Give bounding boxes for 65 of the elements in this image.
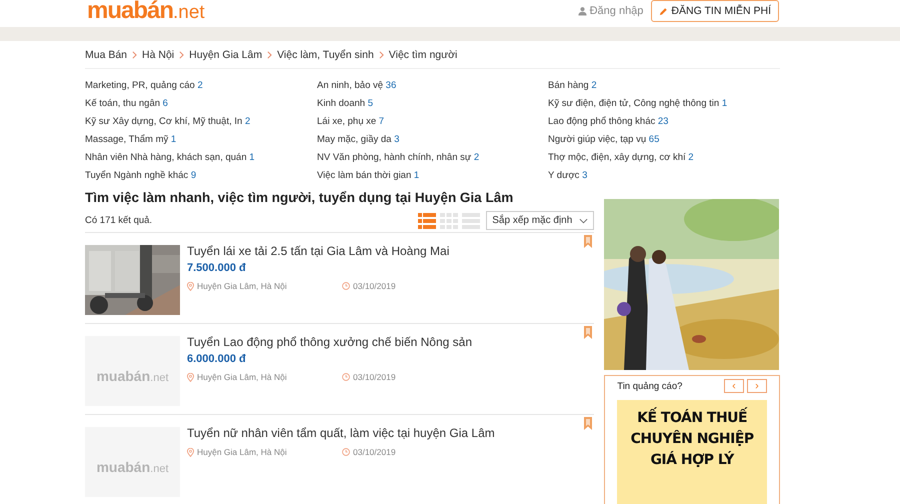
pencil-icon — [659, 6, 668, 16]
listing-location: Huyện Gia Lâm, Hà Nội — [197, 372, 287, 382]
breadcrumb-link[interactable]: Mua Bán — [85, 48, 128, 60]
chevron-icon — [132, 50, 138, 58]
placeholder-logo: muabán.net — [96, 459, 169, 477]
clock-icon — [342, 373, 350, 381]
listing-price: 6.000.000 đ — [187, 352, 247, 366]
banner-text: GIÁ HỢP LÝ — [649, 450, 736, 470]
bookmark-icon[interactable] — [584, 417, 592, 430]
grid-view-icon[interactable] — [440, 212, 458, 228]
clock-icon — [342, 448, 350, 456]
rows-view-icon[interactable] — [462, 212, 480, 228]
category-link[interactable]: May mặc, giầy da 3 — [317, 131, 548, 149]
banner-text: CHUYÊN NGHIỆP — [630, 429, 755, 449]
location-pin-icon — [187, 448, 194, 456]
listing-title[interactable]: Tuyển lái xe tải 2.5 tấn tại Gia Lâm và Hoàng Mai — [187, 243, 450, 259]
result-count: Có 171 kết quả. — [85, 215, 152, 226]
location-pin-icon — [187, 282, 194, 290]
category-link[interactable]: Kỹ sư điện, điện tử, Công nghệ thông tin 1 — [548, 95, 780, 113]
category-link[interactable]: Người giúp việc, tạp vụ 65 — [548, 131, 780, 149]
caret-icon — [579, 218, 588, 224]
banner-text: KẾ TOÁN THUẾ — [617, 408, 767, 429]
category-link[interactable]: Lái xe, phụ xe 7 — [317, 113, 548, 131]
ad-label: Tin quảng cáo? — [617, 380, 682, 392]
post-ad-button[interactable]: ĐĂNG TIN MIỄN PHÍ — [651, 0, 779, 22]
category-link[interactable]: Massage, Thẩm mỹ 1 — [85, 131, 317, 149]
listing-price: 7.500.000 đ — [187, 261, 247, 275]
category-link[interactable]: Bán hàng 2 — [548, 77, 780, 95]
clock-icon — [342, 282, 350, 290]
listing-date: 03/10/2019 — [353, 372, 396, 382]
listing-title[interactable]: Tuyển nữ nhân viên tẩm quất, làm việc tại huyện Gia Lâm — [187, 425, 495, 441]
listing-title[interactable]: Tuyển Lao động phổ thông xưởng chế biến Nông sản — [187, 334, 472, 350]
sort-dropdown[interactable]: Sắp xếp mặc định — [486, 211, 594, 230]
list-view-icon[interactable] — [418, 212, 436, 228]
page-heading: Tìm việc làm nhanh, việc tìm người, tuyển dụng tại Huyện Gia Lâm — [85, 189, 514, 207]
chevron-icon — [179, 50, 184, 58]
location-pin-icon — [187, 372, 194, 382]
login-link[interactable]: Đăng nhập — [578, 5, 644, 17]
category-link[interactable]: An ninh, bảo vệ 36 — [317, 77, 548, 95]
category-link[interactable]: Y dược 3 — [548, 167, 780, 185]
category-link[interactable]: NV Văn phòng, hành chính, nhân sự 2 — [317, 149, 548, 167]
category-link[interactable]: Kế toán, thu ngân 6 — [85, 95, 317, 113]
breadcrumb-link[interactable]: Việc tìm người — [388, 48, 458, 60]
category-link[interactable]: Kỹ sư Xây dựng, Cơ khí, Mỹ thuật, In 2 — [85, 113, 317, 131]
breadcrumb-link[interactable]: Huyện Gia Lâm — [189, 48, 262, 60]
category-link[interactable]: Nhân viên Nhà hàng, khách sạn, quán 1 — [85, 149, 317, 167]
listing-location: Huyện Gia Lâm, Hà Nội — [197, 447, 287, 457]
breadcrumb-link[interactable]: Hà Nội — [142, 48, 174, 60]
category-link[interactable]: Thợ mộc, điện, xây dựng, cơ khí 2 — [548, 149, 780, 167]
category-link[interactable]: Tuyển Ngành nghề khác 9 — [85, 167, 317, 185]
chevron-icon — [267, 50, 272, 58]
listing-location: Huyện Gia Lâm, Hà Nội — [197, 281, 287, 291]
breadcrumb-link[interactable]: Việc làm, Tuyển sinh — [277, 48, 374, 60]
ad-banner[interactable]: KẾ TOÁN THUẾ CHUYÊN NGHIỆP GIÁ HỢP LÝ — [617, 400, 767, 504]
chevron-icon — [378, 50, 384, 58]
listing-date: 03/10/2019 — [353, 447, 396, 457]
placeholder-logo: muabán.net — [96, 368, 169, 386]
bookmark-icon[interactable] — [584, 326, 592, 339]
category-link[interactable]: Marketing, PR, quảng cáo 2 — [85, 77, 317, 95]
bookmark-icon[interactable] — [584, 235, 592, 248]
category-link[interactable]: Việc làm bán thời gian 1 — [317, 167, 548, 185]
user-icon — [578, 6, 587, 16]
category-link[interactable]: Kinh doanh 5 — [317, 95, 548, 113]
category-link[interactable]: Lao động phổ thông khác 23 — [548, 113, 780, 131]
listing-date: 03/10/2019 — [353, 281, 396, 291]
